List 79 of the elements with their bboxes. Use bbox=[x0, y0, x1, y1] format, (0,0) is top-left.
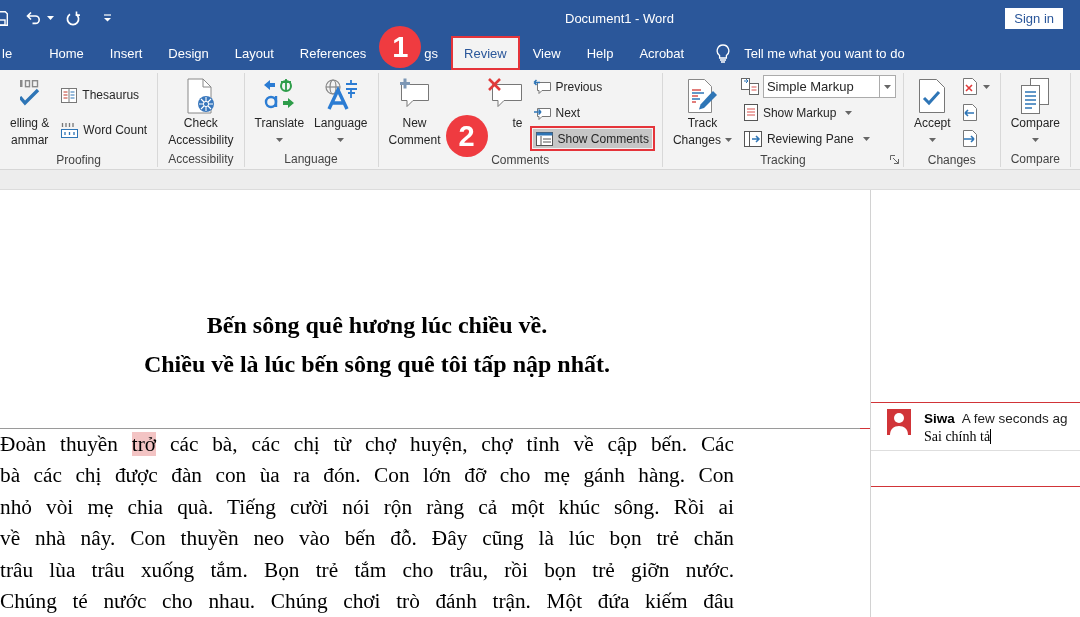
heading-text: Bến sông quê hương lúc chiều về. bbox=[205, 311, 549, 340]
ribbon-tab[interactable]: Design bbox=[155, 36, 222, 70]
compare-documents-icon bbox=[1021, 78, 1050, 114]
caret-icon bbox=[883, 84, 891, 89]
heading-text: Chiều về là lúc bến sông quê tôi tấp nập nhất. bbox=[142, 350, 612, 379]
redo-button[interactable] bbox=[66, 10, 80, 26]
next-comment-button[interactable]: Next bbox=[529, 100, 584, 125]
comment-time: A few seconds ag bbox=[961, 410, 1068, 426]
next-change-icon bbox=[962, 130, 977, 147]
track-changes-icon bbox=[686, 78, 718, 114]
group-label: Changes bbox=[927, 152, 976, 167]
accept-button[interactable]: Accept bbox=[910, 73, 954, 148]
ribbon-tab[interactable]: Layout bbox=[221, 36, 287, 70]
comments-pane-icon bbox=[535, 131, 553, 146]
word-count-button[interactable]: Word Count bbox=[58, 117, 151, 143]
translate-button[interactable]: Translate bbox=[251, 73, 308, 148]
undo-menu-button[interactable] bbox=[47, 16, 54, 20]
ribbon-tab[interactable]: Help bbox=[573, 36, 627, 70]
comment-card[interactable]: Siwa A few seconds ag Sai chính tả bbox=[871, 402, 1080, 487]
group-label: Language bbox=[284, 152, 338, 167]
redo-icon bbox=[66, 10, 80, 26]
save-button[interactable] bbox=[0, 10, 8, 26]
body-paragraph: Đoàn thuyền trở các bà, các chị từ chợ huyện, chợ tỉnh về cập bến. Các bà các chị được đàn con ùa ra đón. Con lớn đỡ cho mẹ gánh hàng. Con nhỏ vòi mẹ chia quà. Tiếng cười nói rộn ràng cả một khúc sông. Rồi ai về nhà nây. Con thuyền neo vào bến đỗ. Đây cũng là lúc bọn trẻ chăn trâu lùa trâu xuống tắm. Bọn trẻ tắm cho trâu, rồi bọn trẻ giỡn nước. Chúng té nước cho nhau. Chúng chơi trò đánh trận. Một đứa kiếm đâu bbox=[0, 431, 734, 616]
new-comment-icon bbox=[397, 78, 432, 108]
customize-toolbar-button[interactable] bbox=[104, 14, 111, 22]
undo-button[interactable] bbox=[26, 11, 41, 25]
spelling-grammar-button[interactable]: elling & ammar bbox=[7, 73, 53, 148]
show-markup-button[interactable]: Show Markup bbox=[740, 100, 856, 125]
lightbulb-icon bbox=[716, 43, 731, 63]
ribbon-tab[interactable]: Home bbox=[36, 36, 97, 70]
new-comment-button[interactable]: New Comment bbox=[385, 73, 444, 148]
window-title: Document1 - Word bbox=[565, 10, 675, 26]
reviewing-pane-button[interactable]: Reviewing Pane bbox=[740, 126, 873, 151]
group-label: Comments bbox=[491, 152, 550, 167]
thesaurus-button[interactable]: Thesaurus bbox=[58, 82, 143, 108]
group-label: Compare bbox=[1010, 152, 1060, 167]
delete-comment-button[interactable]: te bbox=[485, 73, 524, 131]
compare-button[interactable]: Compare bbox=[1007, 73, 1063, 148]
delete-comment-icon bbox=[486, 78, 523, 108]
step-marker: 2 bbox=[445, 115, 488, 157]
ribbon-tab[interactable]: le bbox=[0, 36, 37, 70]
ribbon-tab[interactable]: Insert bbox=[96, 36, 156, 70]
avatar-icon bbox=[887, 409, 911, 435]
reject-icon bbox=[962, 78, 977, 95]
markup-document-icon bbox=[743, 104, 758, 121]
step-marker: 1 bbox=[379, 26, 422, 68]
ribbon-tab[interactable]: References bbox=[286, 36, 380, 70]
word-count-icon bbox=[61, 121, 79, 138]
track-changes-button[interactable]: Track Changes bbox=[669, 73, 735, 148]
ribbon-tab[interactable]: Acrobat bbox=[626, 36, 698, 70]
check-accessibility-button[interactable]: Check Accessibility bbox=[165, 73, 237, 148]
customize-icon bbox=[104, 14, 111, 22]
sign-in-button[interactable]: Sign in bbox=[1005, 7, 1063, 29]
reviewing-pane-icon bbox=[743, 130, 762, 147]
comment-author: Siwa bbox=[924, 410, 955, 426]
group-label: Tracking bbox=[760, 152, 806, 167]
comment-text: Sai chính tả bbox=[924, 428, 991, 445]
markup-view-icon bbox=[740, 78, 759, 95]
group-label: Proofing bbox=[56, 152, 101, 167]
ribbon-tab[interactable]: gs bbox=[422, 36, 452, 70]
language-globe-icon bbox=[323, 78, 358, 110]
previous-change-icon bbox=[962, 104, 977, 121]
commented-word: trở bbox=[131, 432, 157, 456]
language-button[interactable]: Language bbox=[311, 73, 371, 148]
undo-icon bbox=[26, 11, 41, 25]
translate-icon bbox=[263, 78, 296, 110]
ribbon-tab[interactable]: View bbox=[519, 36, 574, 70]
tell-me-search-field[interactable]: Tell me what you want to do bbox=[744, 43, 925, 63]
book-icon bbox=[61, 87, 78, 103]
accessibility-check-icon bbox=[185, 78, 216, 114]
show-comments-button[interactable]: Show Comments bbox=[529, 126, 655, 151]
accept-icon bbox=[918, 78, 947, 114]
caret-icon bbox=[47, 16, 54, 20]
save-icon bbox=[0, 10, 8, 26]
ribbon-tab[interactable]: Review bbox=[451, 36, 520, 70]
group-label: Accessibility bbox=[168, 152, 234, 167]
markup-select[interactable]: Simple Markup bbox=[762, 75, 896, 98]
previous-comment-icon bbox=[532, 78, 551, 95]
previous-comment-button[interactable]: Previous bbox=[529, 74, 606, 99]
